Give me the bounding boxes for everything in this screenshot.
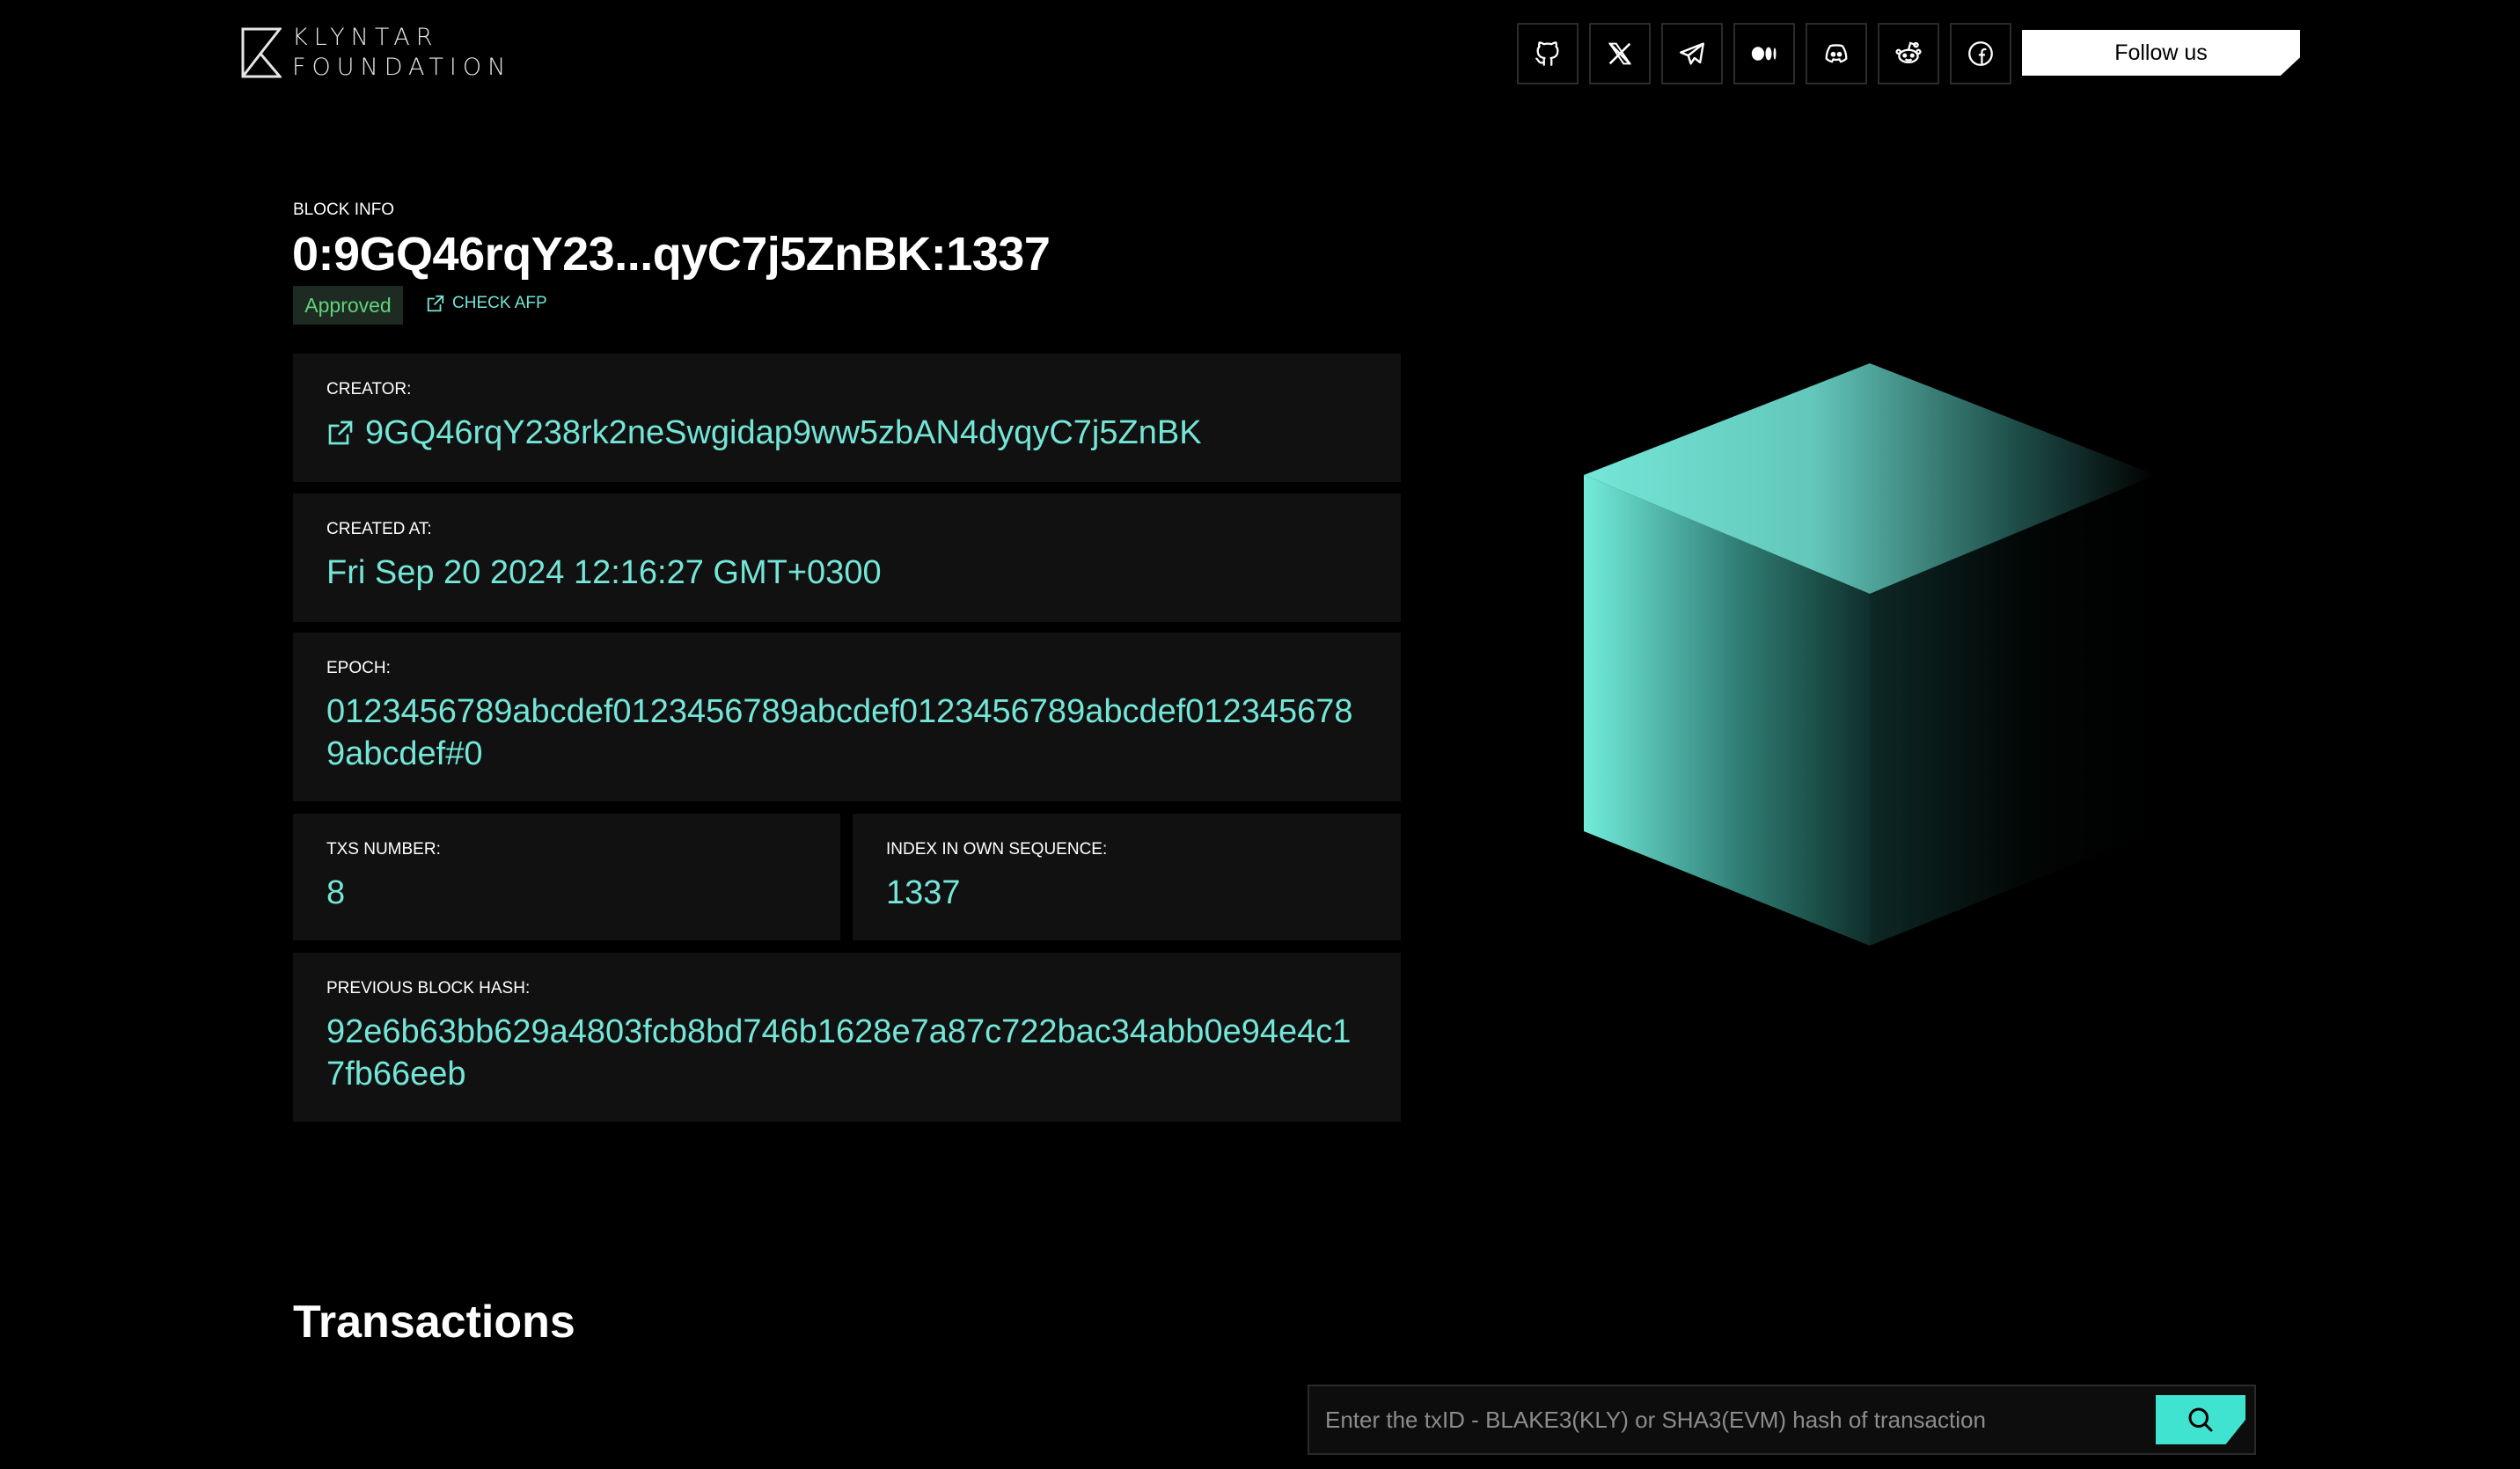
creator-card: CREATOR: 9GQ46rqY238rk2neSwgidap9ww5zbAN…: [293, 354, 1401, 482]
creator-value: 9GQ46rqY238rk2neSwgidap9ww5zbAN4dyqyC7j5…: [365, 414, 1202, 451]
medium-icon: [1751, 47, 1776, 61]
status-badge: Approved: [293, 286, 403, 325]
creator-label: CREATOR:: [326, 380, 412, 398]
epoch-value: 0123456789abcdef0123456789abcdef01234567…: [326, 693, 1353, 772]
index-value: 1337: [886, 874, 961, 911]
search-icon: [2188, 1407, 2213, 1432]
created-at-card: CREATED AT: Fri Sep 20 2024 12:16:27 GMT…: [293, 493, 1401, 622]
epoch-card: EPOCH: 0123456789abcdef0123456789abcdef0…: [293, 632, 1401, 801]
medium-link[interactable]: [1733, 23, 1795, 84]
follow-us-button[interactable]: Follow us: [2022, 30, 2300, 76]
search-button[interactable]: [2156, 1395, 2245, 1444]
logo-text: KLYNTAR FOUNDATION: [292, 23, 511, 83]
created-at-value: Fri Sep 20 2024 12:16:27 GMT+0300: [326, 554, 882, 591]
klyntar-logo-icon: [241, 27, 282, 78]
check-afp-link[interactable]: CHECK AFP: [426, 294, 547, 313]
reddit-link[interactable]: [1878, 23, 1939, 84]
x-icon: [1608, 42, 1632, 65]
transaction-search: [1308, 1385, 2256, 1455]
facebook-icon: [1968, 41, 1993, 66]
cube-illustration: [1584, 363, 2156, 946]
creator-link[interactable]: 9GQ46rqY238rk2neSwgidap9ww5zbAN4dyqyC7j5…: [326, 412, 1367, 454]
block-info-overline: BLOCK INFO: [293, 201, 395, 219]
page-title: 0:9GQ46rqY23...qyC7j5ZnBK:1337: [292, 228, 1051, 281]
previous-block-hash-card: PREVIOUS BLOCK HASH: 92e6b63bb629a4803fc…: [293, 953, 1401, 1122]
facebook-link[interactable]: [1950, 23, 2011, 84]
transactions-title: Transactions: [293, 1297, 575, 1348]
github-link[interactable]: [1517, 23, 1579, 84]
logo-line-2: FOUNDATION: [292, 54, 512, 81]
github-icon: [1535, 41, 1559, 66]
check-afp-label: CHECK AFP: [452, 294, 547, 312]
reddit-icon: [1895, 41, 1922, 64]
logo[interactable]: KLYNTAR FOUNDATION: [241, 23, 511, 83]
discord-link[interactable]: [1806, 23, 1867, 84]
x-link[interactable]: [1589, 23, 1651, 84]
txs-number-label: TXS NUMBER:: [326, 840, 441, 859]
external-link-icon: [427, 295, 444, 312]
previous-block-hash-label: PREVIOUS BLOCK HASH:: [326, 979, 531, 998]
previous-block-hash-value: 92e6b63bb629a4803fcb8bd746b1628e7a87c722…: [326, 1013, 1352, 1093]
index-card: INDEX IN OWN SEQUENCE: 1337: [853, 814, 1401, 940]
external-link-icon: [328, 420, 353, 445]
created-at-label: CREATED AT:: [326, 520, 432, 538]
txs-number-value: 8: [326, 874, 346, 911]
epoch-label: EPOCH:: [326, 659, 391, 677]
discord-icon: [1825, 44, 1848, 63]
telegram-icon: [1680, 42, 1704, 65]
index-label: INDEX IN OWN SEQUENCE:: [886, 840, 1108, 859]
transaction-search-input[interactable]: [1309, 1386, 2156, 1453]
social-links: [1517, 23, 2011, 84]
telegram-link[interactable]: [1661, 23, 1723, 84]
logo-line-1: KLYNTAR: [292, 24, 439, 51]
txs-number-card: TXS NUMBER: 8: [293, 814, 840, 940]
